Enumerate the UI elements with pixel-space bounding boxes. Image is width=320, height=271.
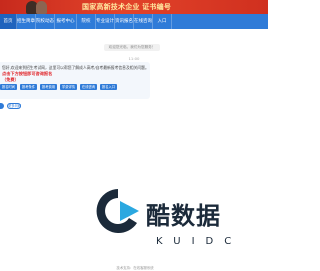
quick-reply-button[interactable]: 报名入口	[100, 84, 117, 90]
nav-item-consult[interactable]: 在线咨询	[134, 14, 153, 29]
more-questions-link[interactable]: 更多问题	[7, 103, 21, 109]
nav-item-entrance[interactable]: 入口	[153, 14, 172, 29]
nav-item-news[interactable]: 院校动态	[36, 14, 55, 29]
more-questions-row: 更多问题	[0, 103, 21, 109]
quick-reply-button[interactable]: 报考费用	[40, 84, 57, 90]
kuidc-logo-icon	[96, 189, 139, 233]
nav-item-registration[interactable]: 资讯报名	[115, 14, 134, 29]
watermark-brand-sub: KUIDC	[156, 236, 243, 247]
chat-timestamp: 11:00	[128, 56, 140, 61]
quick-reply-button[interactable]: 报名时间	[0, 84, 17, 90]
banner-person-image	[36, 1, 47, 14]
quick-reply-button[interactable]: 报考条件	[20, 84, 37, 90]
watermark-brand: 酷数据	[146, 202, 221, 230]
quick-reply-button[interactable]: 在线咨询	[80, 84, 97, 90]
nav-item-admissions[interactable]: 招生简章	[17, 14, 36, 29]
agent-avatar	[0, 103, 4, 109]
ad-banner[interactable]: 国家高新技术企业 证书编号	[0, 0, 268, 14]
chat-message-highlight: （免费）	[2, 77, 19, 82]
nav-item-schools[interactable]: 院校	[77, 14, 96, 29]
quick-reply-button[interactable]: 学费详情	[60, 84, 77, 90]
main-nav: 首页 招生简章 院校动态 报考中心 院校 专业设计 资讯报名 在线咨询 入口	[0, 14, 268, 29]
nav-item-exam-center[interactable]: 报考中心	[55, 14, 77, 29]
nav-item-home[interactable]: 首页	[0, 14, 17, 29]
chat-welcome-notice: 欢迎您光临，我们为您服务！	[104, 44, 160, 51]
nav-item-majors[interactable]: 专业设计	[96, 14, 115, 29]
banner-title: 国家高新技术企业 证书编号	[82, 3, 172, 11]
chat-message-bubble: 您好,欢迎来到招生考试网，这里可以帮您了解成人高考/自考最新报考信息及相关问题。…	[0, 62, 150, 99]
quick-reply-buttons: 报名时间 报考条件 报考费用 学费详情 在线咨询 报名入口	[0, 84, 117, 90]
footer-credit: 技术支持：在线客服系统	[116, 266, 154, 270]
